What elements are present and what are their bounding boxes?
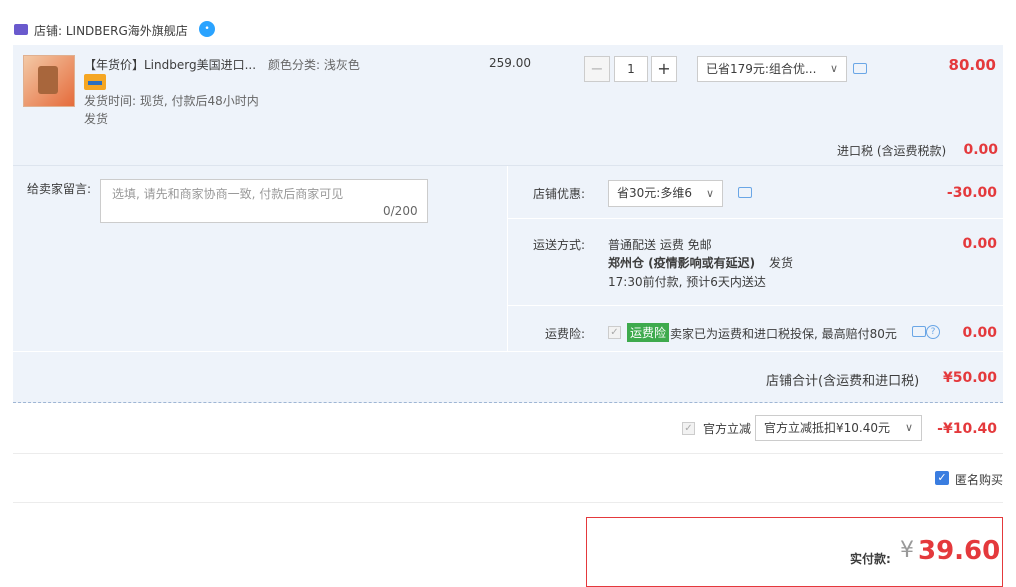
- pay-amount: 39.60: [918, 536, 1001, 566]
- official-discount-value: -¥10.40: [937, 421, 997, 437]
- product-image-icon: [38, 66, 58, 94]
- card-icon: [84, 74, 106, 90]
- product-title[interactable]: 【年货价】Lindberg美国进口...: [84, 56, 256, 73]
- quantity-input[interactable]: 1: [614, 56, 648, 82]
- divider: [508, 305, 1003, 306]
- item-discount-value: 已省179元:组合优...: [706, 62, 817, 76]
- shipping-time: 发货时间: 现货, 付款后48小时内发货: [84, 94, 259, 126]
- message-icon[interactable]: [912, 326, 926, 337]
- anonymous-label[interactable]: 匿名购买: [955, 471, 1003, 488]
- quantity-minus-button[interactable]: −: [584, 56, 610, 82]
- pay-currency: ¥: [900, 538, 914, 563]
- pay-label: 实付款:: [850, 552, 891, 566]
- item-discount-select[interactable]: 已省179元:组合优... ∨: [697, 56, 847, 82]
- insurance-tag: 运费险: [627, 323, 670, 342]
- shop-total-value: ¥50.00: [942, 370, 997, 386]
- shop-discount-amount: -30.00: [946, 185, 997, 201]
- shop-discount-select[interactable]: 省30元:多维6 ∨: [608, 180, 723, 207]
- chevron-down-icon: ∨: [829, 62, 838, 75]
- chevron-down-icon: ∨: [904, 421, 913, 434]
- delivery-warehouse: 郑州仓 (疫情影响或有延迟) 发货: [608, 254, 793, 271]
- memo-label: 给卖家留言:: [27, 182, 92, 196]
- shop-discount-label: 店铺优惠:: [533, 187, 586, 201]
- shop-icon: [14, 24, 28, 35]
- official-discount-checkbox[interactable]: ✓: [682, 422, 695, 435]
- divider: [13, 502, 1003, 503]
- official-discount-label: 官方立减: [703, 422, 752, 436]
- memo-placeholder: 选填, 请先和商家协商一致, 付款后商家可见: [112, 187, 344, 201]
- message-icon[interactable]: [853, 63, 867, 74]
- insurance-label: 运费险:: [545, 327, 586, 341]
- delivery-label: 运送方式:: [533, 238, 586, 252]
- sku-info: 颜色分类: 浅灰色: [268, 58, 360, 72]
- divider: [508, 218, 1003, 219]
- delivery-fee: 0.00: [962, 236, 997, 252]
- shop-discount-value: 省30元:多维6: [617, 186, 692, 200]
- item-subtotal: 80.00: [948, 56, 996, 74]
- help-icon[interactable]: ?: [926, 325, 940, 339]
- insurance-text: 卖家已为运费和进口税投保, 最高赔付80元: [670, 327, 897, 341]
- import-tax-label: 进口税 (含运费税款): [837, 144, 947, 158]
- quantity-plus-button[interactable]: +: [651, 56, 677, 82]
- divider: [13, 453, 1003, 454]
- official-discount-select[interactable]: 官方立减抵扣¥10.40元 ∨: [755, 415, 922, 441]
- memo-char-count: 0/200: [383, 204, 418, 218]
- warehouse-ship-suffix: 发货: [768, 256, 793, 270]
- delivery-method: 普通配送 运费 免邮: [608, 238, 712, 252]
- delivery-eta: 17:30前付款, 预计6天内送达: [608, 275, 766, 289]
- official-discount-option: 官方立减抵扣¥10.40元: [764, 421, 890, 435]
- chevron-down-icon: ∨: [705, 187, 714, 200]
- message-icon[interactable]: [738, 187, 752, 198]
- shop-total-label: 店铺合计(含运费和进口税): [766, 374, 920, 389]
- unit-price: 259.00: [489, 56, 531, 70]
- warehouse-name: 郑州仓 (疫情影响或有延迟): [608, 256, 756, 270]
- anonymous-checkbox[interactable]: ✓: [935, 471, 949, 485]
- insurance-checkbox: ✓: [608, 326, 621, 339]
- insurance-value: 0.00: [962, 325, 997, 341]
- import-tax-value: 0.00: [963, 142, 998, 158]
- chat-icon[interactable]: •: [199, 21, 215, 37]
- shop-name[interactable]: 店铺: LINDBERG海外旗舰店: [34, 22, 188, 39]
